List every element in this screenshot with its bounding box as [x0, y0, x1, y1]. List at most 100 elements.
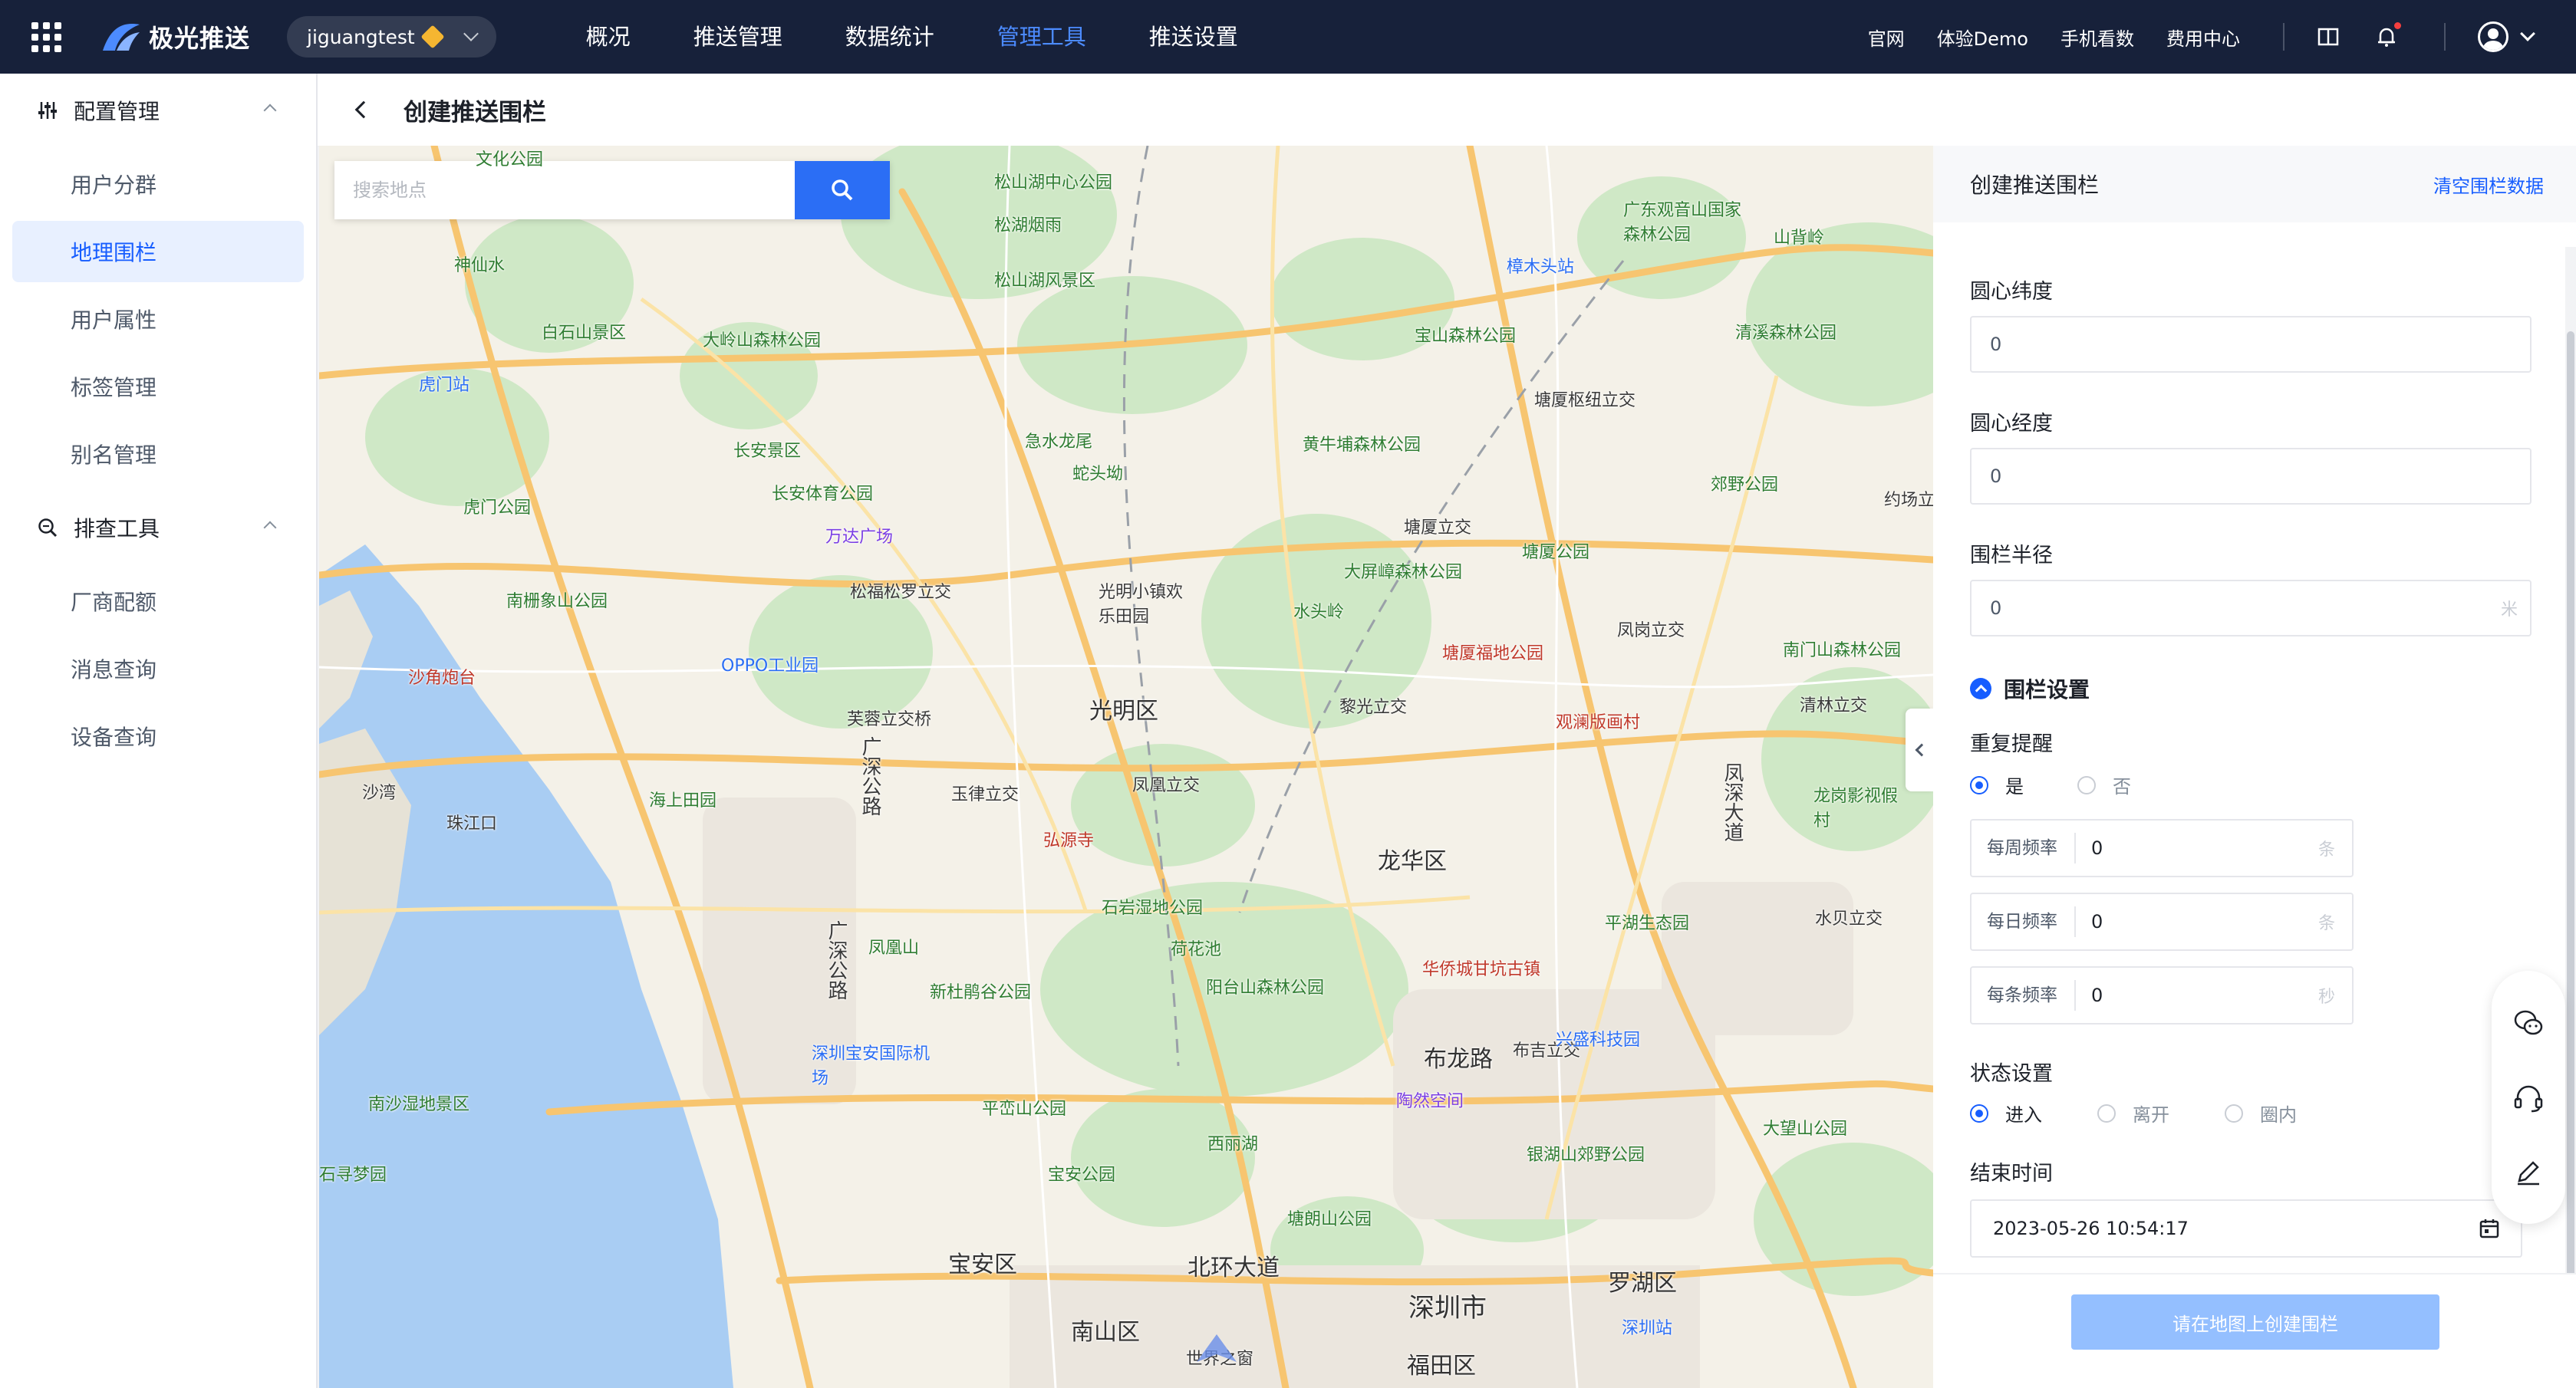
map-canvas[interactable]: 光明区 龙华区 宝安区 南山区 福田区 罗湖区 深圳市 布龙路 北环大道 松山湖…: [319, 146, 1933, 1388]
scrollbar-thumb[interactable]: [2567, 331, 2574, 1282]
main-menu: 概况 推送管理 数据统计 管理工具 推送设置: [555, 0, 1270, 74]
panel-scrollbar[interactable]: [2565, 247, 2576, 1290]
menu-statistics[interactable]: 数据统计: [814, 0, 966, 74]
menu-management-tools[interactable]: 管理工具: [966, 0, 1118, 74]
radio-label: 是: [2005, 776, 2024, 798]
brand-logo[interactable]: 极光推送: [100, 19, 250, 54]
radius-input[interactable]: 0 米: [1970, 580, 2532, 636]
map-label: 塘厦枢纽立交: [1534, 391, 1636, 410]
map-label: 松福松罗立交: [850, 583, 952, 602]
map-label: 广深公路: [825, 920, 848, 1000]
sidebar-item-user-attributes[interactable]: 用户属性: [12, 288, 304, 350]
account-switcher[interactable]: jiguangtest: [287, 16, 496, 58]
link-demo[interactable]: 体验Demo: [1937, 24, 2028, 51]
back-arrow-icon[interactable]: [354, 100, 373, 119]
longitude-input[interactable]: 0: [1970, 448, 2532, 505]
sidebar-item-vendor-quota[interactable]: 厂商配额: [12, 571, 304, 632]
freq-unit: 条: [2317, 840, 2335, 860]
page-header: 创建推送围栏: [318, 74, 2576, 147]
freq-unit: 条: [2317, 914, 2335, 933]
map-label: 虎门站: [419, 376, 470, 395]
weekly-frequency-input[interactable]: 每周频率 0 条: [1970, 819, 2354, 877]
sliders-icon: [38, 102, 57, 119]
map-label: 北环大道: [1188, 1255, 1280, 1281]
map-label: 玉律立交: [951, 785, 1020, 804]
latitude-label: 圆心纬度: [1970, 280, 2053, 304]
status-inside-radio[interactable]: 圈内: [2225, 1100, 2297, 1127]
menu-push-settings[interactable]: 推送设置: [1118, 0, 1270, 74]
map-label: 长安景区: [733, 442, 802, 461]
map-label: 深圳站: [1622, 1319, 1673, 1338]
sidebar-item-tag-management[interactable]: 标签管理: [12, 356, 304, 417]
link-billing[interactable]: 费用中心: [2166, 24, 2240, 51]
location-arrow-icon: [1197, 1334, 1237, 1362]
map-label: 塘厦立交: [1404, 518, 1472, 538]
radius-unit: 米: [2500, 600, 2518, 620]
page-title: 创建推送围栏: [404, 98, 546, 127]
edit-icon[interactable]: [2512, 1155, 2545, 1189]
map-search-button[interactable]: [795, 161, 890, 219]
map-search-input[interactable]: [334, 161, 795, 219]
daily-frequency-input[interactable]: 每日频率 0 条: [1970, 893, 2354, 951]
bell-icon[interactable]: [2375, 22, 2401, 48]
link-official-site[interactable]: 官网: [1868, 24, 1905, 51]
headset-icon[interactable]: [2512, 1080, 2545, 1114]
sidebar-item-user-segments[interactable]: 用户分群: [12, 153, 304, 215]
sidebar: 配置管理 用户分群 地理围栏 用户属性 标签管理 别名管理 排查工具 厂商配额 …: [0, 74, 318, 1388]
clear-fence-button[interactable]: 清空围栏数据: [2433, 171, 2544, 198]
user-avatar[interactable]: [2478, 21, 2508, 52]
fence-settings-toggle[interactable]: 围栏设置: [1970, 673, 2090, 704]
map-label: 光明区: [1089, 698, 1158, 725]
map-label: 弘源寺: [1043, 831, 1095, 850]
sidebar-group-config[interactable]: 配置管理: [0, 74, 316, 147]
freq-value: 0: [2091, 985, 2103, 1006]
map-label: 塘厦公园: [1522, 543, 1590, 562]
map-label: 平湖生态园: [1605, 914, 1690, 933]
repeat-label: 重复提醒: [1970, 732, 2053, 756]
repeat-no-radio[interactable]: 否: [2077, 771, 2131, 798]
map-label: 沙湾: [362, 784, 397, 803]
app-grid-icon[interactable]: [31, 21, 61, 52]
search-zoom-icon: [38, 518, 58, 538]
map-label: 大屏嶂森林公园: [1344, 563, 1463, 582]
status-leave-radio[interactable]: 离开: [2097, 1100, 2169, 1127]
create-fence-button[interactable]: 请在地图上创建围栏: [2071, 1294, 2439, 1350]
map-label: 松湖烟雨: [994, 216, 1062, 235]
map-label: 水贝立交: [1815, 909, 1883, 929]
map-location-marker: [1194, 1331, 1240, 1365]
collapse-panel-toggle[interactable]: [1906, 709, 1933, 791]
menu-overview[interactable]: 概况: [555, 0, 662, 74]
end-time-picker[interactable]: 2023-05-26 10:54:17: [1970, 1199, 2522, 1258]
map-label: 塘厦福地公园: [1442, 644, 1544, 663]
calendar-icon: [2479, 1219, 2499, 1238]
map-label: 西丽湖: [1207, 1135, 1259, 1154]
status-enter-radio[interactable]: 进入: [1970, 1100, 2042, 1127]
book-icon[interactable]: [2317, 25, 2340, 48]
freq-key: 每周频率: [1972, 833, 2076, 863]
sidebar-item-geofence[interactable]: 地理围栏: [12, 221, 304, 282]
latitude-input[interactable]: 0: [1970, 316, 2532, 373]
map-label: 蛇头坳: [1072, 465, 1124, 484]
freq-unit: 秒: [2317, 988, 2335, 1007]
map-label: 沙角炮台: [408, 669, 476, 688]
map-label: 黄牛埔森林公园: [1303, 436, 1421, 455]
radio-label: 离开: [2133, 1104, 2169, 1126]
sidebar-item-device-query[interactable]: 设备查询: [12, 706, 304, 767]
sidebar-item-message-query[interactable]: 消息查询: [12, 638, 304, 699]
sidebar-item-alias-management[interactable]: 别名管理: [12, 423, 304, 485]
fence-settings-label: 围栏设置: [2004, 677, 2090, 702]
map-label: 深圳宝安国际机场: [812, 1044, 931, 1088]
radio-checked-icon: [1970, 775, 1988, 794]
link-mobile-data[interactable]: 手机看数: [2060, 24, 2134, 51]
map-label: 虎门公园: [463, 498, 532, 518]
per-message-frequency-input[interactable]: 每条频率 0 秒: [1970, 966, 2354, 1025]
chevron-down-icon[interactable]: [2520, 26, 2535, 41]
sidebar-group-troubleshoot[interactable]: 排查工具: [0, 491, 316, 564]
map-label: 华侨城甘坑古镇: [1422, 960, 1541, 979]
map-label: 深圳市: [1408, 1293, 1487, 1324]
vip-gem-icon: [420, 25, 445, 49]
wechat-icon[interactable]: [2512, 1006, 2545, 1040]
map-label: 观澜版画村: [1556, 713, 1641, 732]
repeat-yes-radio[interactable]: 是: [1970, 771, 2024, 798]
menu-push-management[interactable]: 推送管理: [662, 0, 814, 74]
